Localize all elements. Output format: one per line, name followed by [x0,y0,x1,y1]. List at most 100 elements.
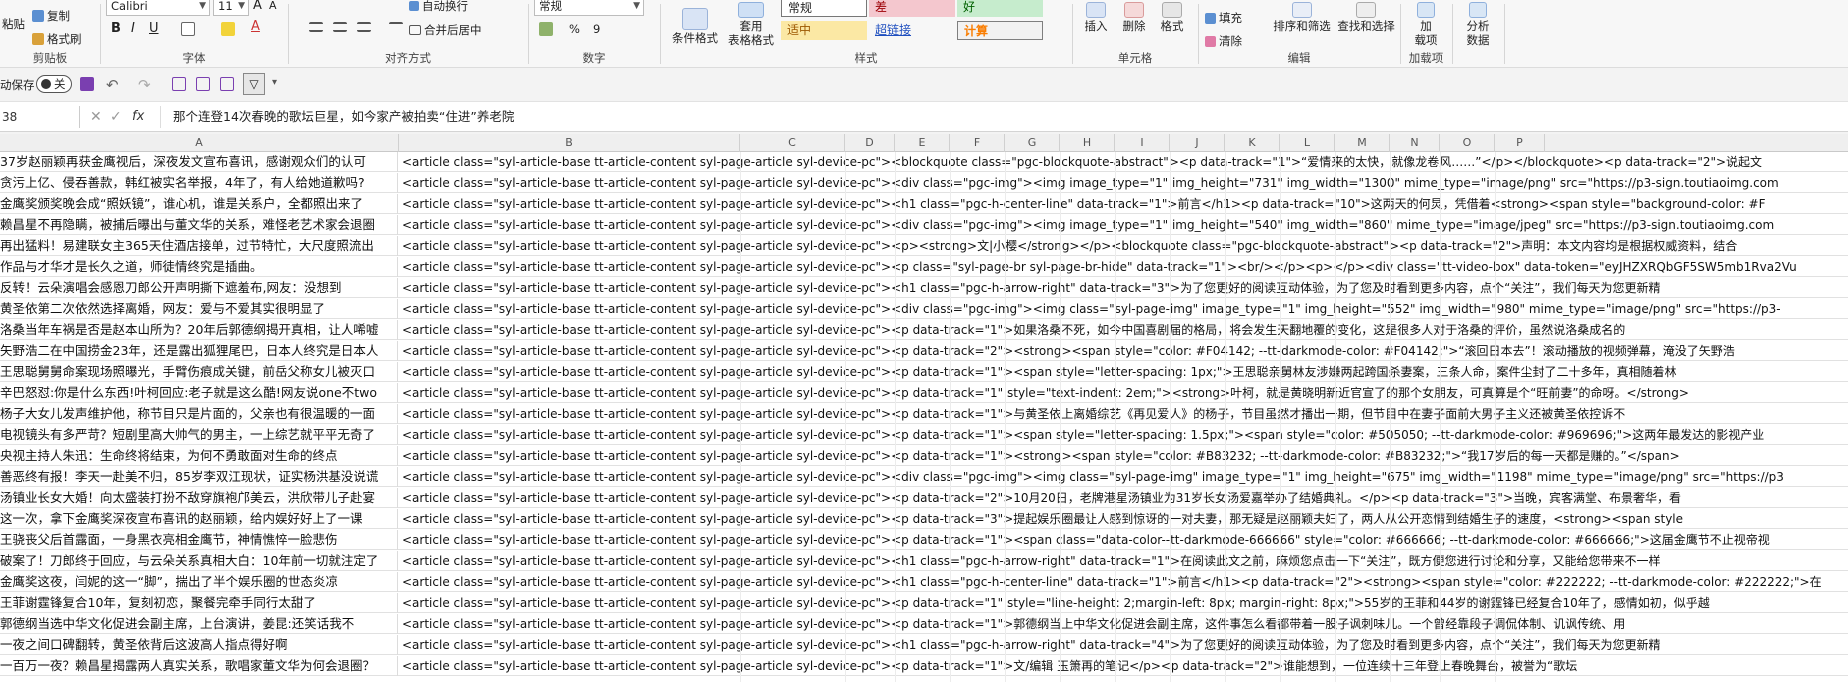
borders-button[interactable] [181,22,195,36]
cell-b[interactable]: <article class="syl-article-base tt-arti… [399,278,1848,298]
insert-button[interactable]: 插入 [1079,2,1113,33]
font-color-button[interactable]: A [251,19,260,34]
cell-b[interactable]: <article class="syl-article-base tt-arti… [399,635,1848,655]
style-bad[interactable]: 差 [869,0,955,17]
cell-b[interactable]: <article class="syl-article-base tt-arti… [399,425,1848,445]
cell-b[interactable]: <article class="syl-article-base tt-arti… [399,320,1848,340]
fill-button[interactable]: 填充 [1205,10,1242,26]
decrease-font-button[interactable]: A [269,0,277,12]
column-header-G[interactable]: G [1005,134,1060,152]
align-left-button[interactable] [309,22,323,32]
confirm-entry-button[interactable]: ✓ [110,109,122,125]
fill-color-button[interactable] [221,22,235,36]
paste-button[interactable]: 粘贴 [2,16,25,32]
analyze-data-button[interactable]: 分析 数据 [1458,2,1498,47]
column-header-E[interactable]: E [895,134,950,152]
qat-tool-3[interactable] [220,77,234,91]
style-calculation[interactable]: 计算 [957,21,1043,40]
column-header-F[interactable]: F [950,134,1005,152]
column-header-C[interactable]: C [740,134,845,152]
wrap-text-button[interactable]: 自动换行 [409,0,468,14]
cell-b[interactable]: <article class="syl-article-base tt-arti… [399,173,1848,193]
column-header-I[interactable]: I [1115,134,1170,152]
column-header-B[interactable]: B [399,134,740,152]
cell-b[interactable]: <article class="syl-article-base tt-arti… [399,509,1848,529]
cell-a[interactable]: 电视镜头有多严苛？短剧里高大帅气的男主，一上综艺就平平无奇了 [0,425,398,445]
cell-b[interactable]: <article class="syl-article-base tt-arti… [399,572,1848,592]
cell-a[interactable]: 再出猛料！易建联女主365天住酒店接单，过节特忙，大尺度照流出 [0,236,398,256]
formula-input[interactable]: 那个连登14次春晚的歌坛巨星，如今家产被拍卖“住进”养老院 [160,106,1848,128]
column-header-D[interactable]: D [845,134,895,152]
merge-center-button[interactable]: 合并后居中 [409,22,482,38]
font-size-combo[interactable]: 11 ▼ [213,0,249,16]
conditional-format-button[interactable]: 条件格式 [671,8,719,45]
column-header-J[interactable]: J [1170,134,1225,152]
cell-b[interactable]: <article class="syl-article-base tt-arti… [399,467,1848,487]
cancel-entry-button[interactable]: ✕ [90,109,102,125]
format-button[interactable]: 格式 [1155,2,1189,33]
clear-button[interactable]: 清除 [1205,33,1242,49]
insert-function-button[interactable]: fx [132,109,144,124]
style-hyperlink[interactable]: 超链接 [869,21,955,40]
cell-b[interactable]: <article class="syl-article-base tt-arti… [399,488,1848,508]
customize-qat-button[interactable]: ▾ [272,77,277,88]
cell-b[interactable]: <article class="syl-article-base tt-arti… [399,614,1848,634]
bold-button[interactable]: B [111,21,121,36]
number-format-combo[interactable]: 常规 ▼ [534,0,644,16]
name-box[interactable]: 38 [0,106,80,128]
cell-b[interactable]: <article class="syl-article-base tt-arti… [399,551,1848,571]
underline-button[interactable]: U [149,21,159,36]
cell-a[interactable]: 善恶终有报！李天一赴美不归，85岁李双江现状，证实杨洪基没说谎 [0,467,398,487]
column-header-O[interactable]: O [1440,134,1495,152]
column-header-A[interactable]: A [0,134,399,152]
undo-button[interactable]: ↶ [106,76,119,94]
format-painter-button[interactable]: 格式刷 [32,31,82,47]
cell-a[interactable]: 37岁赵丽颖再获金鹰视后，深夜发文宣布喜讯，感谢观众们的认可 [0,152,398,172]
comma-button[interactable]: 9 [593,22,600,36]
cell-b[interactable]: <article class="syl-article-base tt-arti… [399,404,1848,424]
cell-b[interactable]: <article class="syl-article-base tt-arti… [399,656,1848,676]
cell-a[interactable]: 黄圣依第二次依然选择离婚，网友：爱与不爱其实很明显了 [0,299,398,319]
cell-a[interactable]: 金鹰奖这夜，闫妮的这一“脚”，揣出了半个娱乐圈的世态炎凉 [0,572,398,592]
italic-button[interactable]: I [131,21,135,36]
cell-b[interactable]: <article class="syl-article-base tt-arti… [399,530,1848,550]
percent-button[interactable]: % [569,22,580,36]
cell-a[interactable]: 王思聪舅舅命案现场照曝光，手臂伤痕成关键，前岳父称女儿被灭口 [0,362,398,382]
cell-b[interactable]: <article class="syl-article-base tt-arti… [399,593,1848,613]
cell-a[interactable]: 一夜之间口碑翻转，黄圣依背后这波高人指点得好啊 [0,635,398,655]
delete-button[interactable]: 删除 [1117,2,1151,33]
cell-a[interactable]: 矢野浩二在中国捞金23年，还是露出狐狸尾巴，日本人终究是日本人 [0,341,398,361]
decrease-indent-button[interactable] [389,22,403,32]
cell-b[interactable]: <article class="syl-article-base tt-arti… [399,236,1848,256]
column-header-P[interactable]: P [1495,134,1545,152]
cell-b[interactable]: <article class="syl-article-base tt-arti… [399,152,1848,172]
format-as-table-button[interactable]: 套用 表格格式 [725,2,777,47]
cell-a[interactable]: 汤镇业长女大婚！向太盛装打扮不敌穿旗袍邝美云，洪欣带儿子赴宴 [0,488,398,508]
cell-a[interactable]: 作品与才华才是长久之道，师徒情终究是插曲。 [0,257,398,277]
filter-button[interactable]: ▽ [243,73,265,95]
cell-b[interactable]: <article class="syl-article-base tt-arti… [399,341,1848,361]
cell-a[interactable]: 这一次，拿下金鹰奖深夜宣布喜讯的赵丽颖，给内娱好好上了一课 [0,509,398,529]
cell-a[interactable]: 破案了！刀郎终于回应，与云朵关系真相大白：10年前一切就注定了 [0,551,398,571]
cell-b[interactable]: <article class="syl-article-base tt-arti… [399,383,1848,403]
sort-filter-button[interactable]: 排序和筛选 [1273,2,1331,33]
find-select-button[interactable]: 查找和选择 [1335,2,1397,33]
cell-a[interactable]: 王骁丧父后首露面，一身黑衣亮相金鹰节，神情憔悴一脸悲伤 [0,530,398,550]
cell-b[interactable]: <article class="syl-article-base tt-arti… [399,194,1848,214]
cell-a[interactable]: 金鹰奖颁奖晚会成“照妖镜”，谁心机，谁是关系户，全都照出来了 [0,194,398,214]
cell-a[interactable]: 王菲谢霆锋复合10年，复刻初恋，聚餐完牵手同行太甜了 [0,593,398,613]
cell-b[interactable]: <article class="syl-article-base tt-arti… [399,299,1848,319]
autosave-toggle[interactable]: 关 [36,75,72,93]
cell-b[interactable]: <article class="syl-article-base tt-arti… [399,446,1848,466]
cell-b[interactable]: <article class="syl-article-base tt-arti… [399,257,1848,277]
cell-a[interactable]: 杨子大女儿发声维护他，称节目只是片面的，父亲也有很温暖的一面 [0,404,398,424]
align-center-button[interactable] [333,22,347,32]
cell-a[interactable]: 洛桑当年车祸是否是赵本山所为？20年后郭德纲揭开真相，让人唏嘘 [0,320,398,340]
cell-b[interactable]: <article class="syl-article-base tt-arti… [399,362,1848,382]
cell-a[interactable]: 贪污上亿、侵吞善款，韩红被实名举报，4年了，有人给她道歉吗? [0,173,398,193]
cell-a[interactable]: 一百万一夜？赖昌星揭露两人真实关系，歌唱家董文华为何会退圈？ [0,656,398,676]
column-header-K[interactable]: K [1225,134,1280,152]
copy-button[interactable]: 复制 [32,8,70,24]
qat-tool-2[interactable] [196,77,210,91]
cell-a[interactable]: 辛巴怒怼:你是什么东西!叶柯回应:老子就是这么酷!网友说one不two [0,383,398,403]
